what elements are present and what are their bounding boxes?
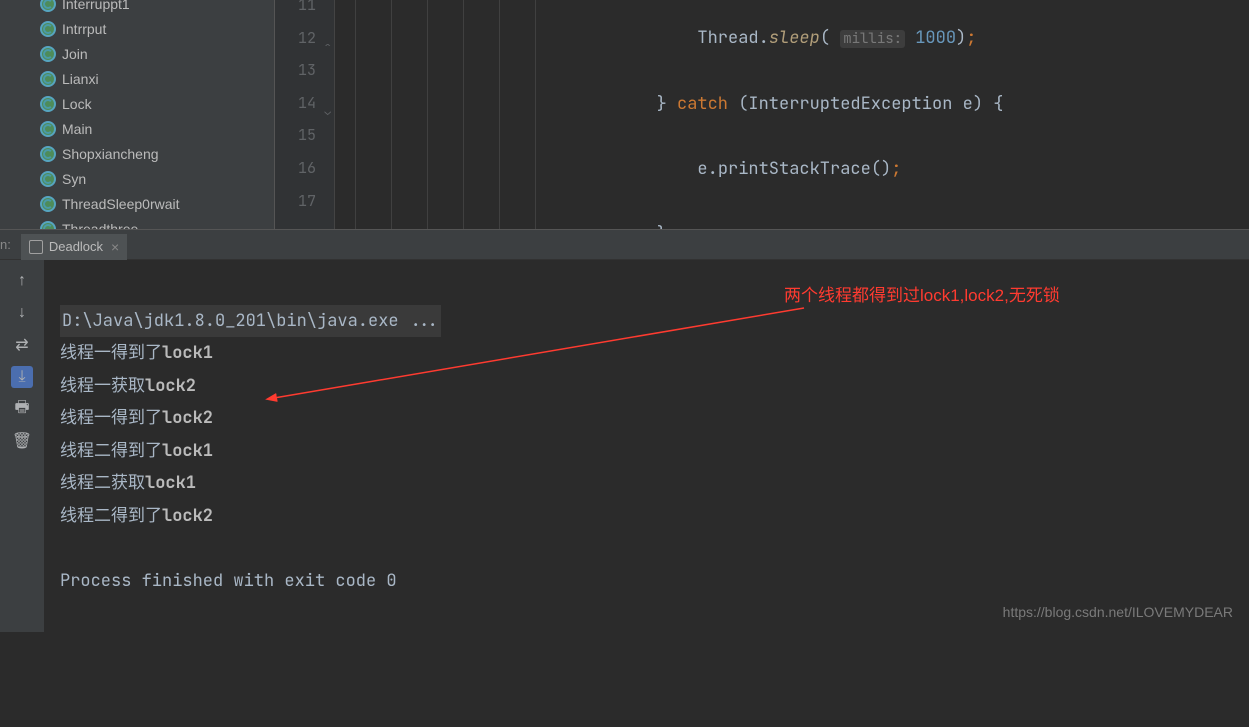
tree-item[interactable]: Lock	[0, 91, 274, 116]
tree-item-label: Lock	[62, 96, 92, 112]
tree-item[interactable]: Threadthree	[0, 216, 274, 229]
tree-item[interactable]: Main	[0, 116, 274, 141]
tree-item[interactable]: Shopxiancheng	[0, 141, 274, 166]
tree-item-label: Threadthree	[62, 221, 138, 230]
application-icon	[29, 240, 43, 254]
class-icon	[40, 171, 56, 187]
tree-item[interactable]: Lianxi	[0, 66, 274, 91]
tree-item[interactable]: Join	[0, 41, 274, 66]
annotation-text: 两个线程都得到过lock1,lock2,无死锁	[784, 280, 1060, 313]
down-icon[interactable]: ↓	[11, 302, 33, 324]
line-gutter: 11 12⌃ 13 14⌄ 15 16 17	[275, 0, 335, 229]
tree-item-label: ThreadSleep0rwait	[62, 196, 180, 212]
class-icon	[40, 146, 56, 162]
fold-icon[interactable]: ⌃	[321, 31, 331, 45]
tree-item-label: Lianxi	[62, 71, 99, 87]
run-tabs: n: Deadlock ×	[0, 230, 1249, 260]
print-icon[interactable]: 🖶	[11, 398, 33, 420]
tab-label: Deadlock	[49, 239, 103, 254]
tree-item-label: Join	[62, 46, 88, 62]
class-icon	[40, 21, 56, 37]
fold-icon[interactable]: ⌄	[321, 96, 331, 110]
trash-icon[interactable]: 🗑	[11, 430, 33, 452]
exit-message: Process finished with exit code 0	[60, 570, 397, 592]
class-icon	[40, 96, 56, 112]
console-toolbar: ↑ ↓ ⇄ ⤓ 🖶 🗑	[0, 260, 44, 632]
code-editor[interactable]: 11 12⌃ 13 14⌄ 15 16 17 Thread.sleep( mil…	[275, 0, 1249, 229]
class-icon	[40, 196, 56, 212]
class-icon	[40, 121, 56, 137]
code-content[interactable]: Thread.sleep( millis: 1000); } catch (In…	[575, 0, 1249, 229]
console-output[interactable]: D:\Java\jdk1.8.0_201\bin\java.exe ... 线程…	[44, 260, 1249, 632]
class-icon	[40, 46, 56, 62]
run-tab-deadlock[interactable]: Deadlock ×	[21, 234, 127, 260]
console-cmd: D:\Java\jdk1.8.0_201\bin\java.exe ...	[60, 305, 441, 338]
tab-prefix: n:	[0, 237, 11, 252]
tree-item-label: Syn	[62, 171, 86, 187]
project-tree[interactable]: Interruppt1 Intrrput Join Lianxi Lock Ma…	[0, 0, 275, 229]
tree-item-label: Interruppt1	[62, 0, 130, 12]
class-icon	[40, 0, 56, 12]
tree-item-label: Shopxiancheng	[62, 146, 159, 162]
wrap-icon[interactable]: ⇄	[11, 334, 33, 356]
tree-item[interactable]: Syn	[0, 166, 274, 191]
tree-item[interactable]: Interruppt1	[0, 0, 274, 16]
tree-item[interactable]: ThreadSleep0rwait	[0, 191, 274, 216]
class-icon	[40, 221, 56, 230]
tree-item-label: Intrrput	[62, 21, 106, 37]
indent-guides	[335, 0, 575, 229]
tree-item[interactable]: Intrrput	[0, 16, 274, 41]
watermark: https://blog.csdn.net/ILOVEMYDEAR	[1003, 604, 1233, 620]
run-tool-window: n: Deadlock × ↑ ↓ ⇄ ⤓ 🖶 🗑 D:\Java\jdk1.8…	[0, 229, 1249, 632]
scroll-to-end-icon[interactable]: ⤓	[11, 366, 33, 388]
tree-item-label: Main	[62, 121, 92, 137]
up-icon[interactable]: ↑	[11, 270, 33, 292]
class-icon	[40, 71, 56, 87]
close-icon[interactable]: ×	[111, 239, 119, 255]
